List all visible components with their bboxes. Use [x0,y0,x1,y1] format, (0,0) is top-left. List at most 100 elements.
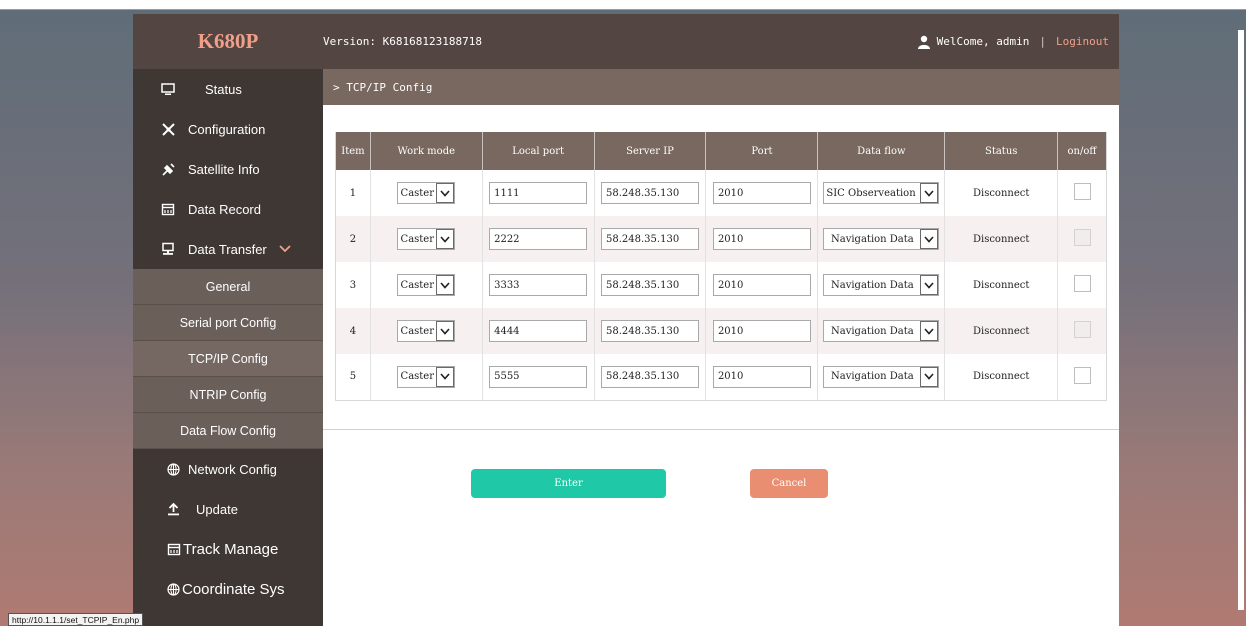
sidebar-label-status: Status [205,81,242,97]
user-box: WelCome, admin | Loginout [917,14,1109,69]
sidebar-label-data-transfer: Data Transfer [188,241,267,257]
work-mode-value: Caster [400,187,435,199]
cancel-button[interactable]: Cancel [750,469,828,498]
cell-port: 2010 [705,170,819,216]
data-flow-select[interactable]: Navigation Data [823,228,940,250]
data-flow-select[interactable]: Navigation Data [823,320,940,342]
breadcrumb: > TCP/IP Config [323,69,1119,105]
local-port-input[interactable]: 5555 [489,365,588,388]
cell-local-port: 3333 [482,262,595,308]
server-ip-input[interactable]: 58.248.35.130 [601,274,700,296]
sidebar-label-track: Track Manage [183,540,279,558]
cell-work-mode: Caster [370,170,483,216]
cell-local-port: 1111 [482,170,595,216]
work-mode-value: Caster [400,279,435,291]
sidebar-item-status[interactable]: Status [133,69,323,109]
work-mode-select[interactable]: Caster [397,320,456,342]
sidebar-label-satellite: Satellite Info [188,161,260,177]
work-mode-select[interactable]: Caster [397,365,456,388]
welcome-text: WelCome, admin [936,35,1030,48]
cell-server-ip: 58.248.35.130 [594,354,707,401]
upload-icon [168,502,179,516]
cell-on-off [1057,262,1107,308]
sidebar-sub-tcpip[interactable]: TCP/IP Config [133,341,323,377]
cell-data-flow: Navigation Data [817,354,946,401]
server-ip-input[interactable]: 58.248.35.130 [601,182,700,204]
data-flow-value: SIC Observeation D [826,187,919,199]
chevron-down-icon [920,366,939,387]
data-flow-select[interactable]: Navigation Data [823,365,940,388]
local-port-input[interactable]: 2222 [489,228,588,250]
table-row: 3 Caster 3333 58.248.35.130 2010 Navigat… [335,262,1107,308]
work-mode-select[interactable]: Caster [397,182,456,204]
cell-work-mode: Caster [370,262,483,308]
enter-button[interactable]: Enter [471,469,666,498]
section-divider [323,429,1119,430]
on-off-checkbox[interactable] [1073,229,1091,246]
on-off-checkbox[interactable] [1073,321,1091,338]
on-off-checkbox[interactable] [1073,275,1091,292]
cell-port: 2010 [705,262,819,308]
header-work-mode: Work mode [370,132,483,170]
header-server-ip: Server IP [594,132,707,170]
cell-local-port: 2222 [482,216,595,262]
header-port: Port [705,132,819,170]
chevron-down-icon [920,275,939,295]
sidebar-item-data-record[interactable]: Data Record [133,189,323,229]
port-input[interactable]: 2010 [712,320,811,342]
logo: K680P [197,29,259,53]
globe-icon [167,462,180,476]
table-row: 1 Caster 1111 58.248.35.130 2010 SIC Obs… [335,170,1107,216]
sidebar-sub-dataflow[interactable]: Data Flow Config [133,413,323,449]
sidebar-item-coordinate[interactable]: Coordinate Sys [133,569,323,609]
local-port-input[interactable]: 1111 [489,182,588,204]
work-mode-select[interactable]: Caster [397,228,456,250]
work-mode-value: Caster [400,371,435,383]
work-mode-select[interactable]: Caster [397,274,456,296]
server-ip-input[interactable]: 58.248.35.130 [601,365,700,388]
chevron-down-icon [436,229,455,249]
port-input[interactable]: 2010 [712,365,811,388]
sidebar-item-network[interactable]: Network Config [133,449,323,489]
calendar-icon [167,543,181,556]
cell-data-flow: SIC Observeation D [817,170,946,216]
browser-status-url: http://10.1.1.1/set_TCPIP_En.php [8,613,144,626]
sidebar-item-track[interactable]: Track Manage [133,529,323,569]
scrollbar-track[interactable] [1238,30,1244,610]
cell-status: Disconnect [944,170,1059,216]
data-flow-value: Navigation Data [831,279,914,291]
top-header: K680P Version: K68168123188718 WelCome, … [133,14,1119,69]
logout-link[interactable]: Loginout [1056,35,1109,48]
local-port-input[interactable]: 4444 [489,320,588,342]
sidebar-item-update[interactable]: Update [133,489,323,529]
cell-on-off [1057,216,1107,262]
local-port-input[interactable]: 3333 [489,274,588,296]
globe-icon [167,582,180,596]
sidebar-item-configuration[interactable]: Configuration [133,109,323,149]
port-input[interactable]: 2010 [712,182,811,204]
data-flow-value: Navigation Data [831,325,914,337]
cell-local-port: 5555 [482,354,595,401]
sidebar-item-satellite[interactable]: Satellite Info [133,149,323,189]
sidebar-sub-serial-port[interactable]: Serial port Config [133,305,323,341]
monitor-icon [161,83,175,95]
tcpip-table: Item Work mode Local port Server IP Port… [335,132,1107,401]
sidebar-item-data-transfer[interactable]: Data Transfer [133,229,323,269]
chevron-down-icon [920,229,939,249]
port-input[interactable]: 2010 [712,228,811,250]
cell-item: 1 [335,170,371,216]
server-ip-input[interactable]: 58.248.35.130 [601,228,700,250]
port-input[interactable]: 2010 [712,274,811,296]
data-flow-select[interactable]: SIC Observeation D [823,182,940,204]
sidebar-sub-ntrip[interactable]: NTRIP Config [133,377,323,413]
data-flow-select[interactable]: Navigation Data [823,274,940,296]
on-off-checkbox[interactable] [1073,366,1091,384]
cell-item: 5 [335,354,371,401]
sidebar-sub-general[interactable]: General [133,269,323,305]
cell-port: 2010 [705,216,819,262]
work-mode-value: Caster [400,325,435,337]
on-off-checkbox[interactable] [1073,183,1091,200]
cell-data-flow: Navigation Data [817,216,946,262]
header-on-off: on/off [1057,132,1107,170]
server-ip-input[interactable]: 58.248.35.130 [601,320,700,342]
